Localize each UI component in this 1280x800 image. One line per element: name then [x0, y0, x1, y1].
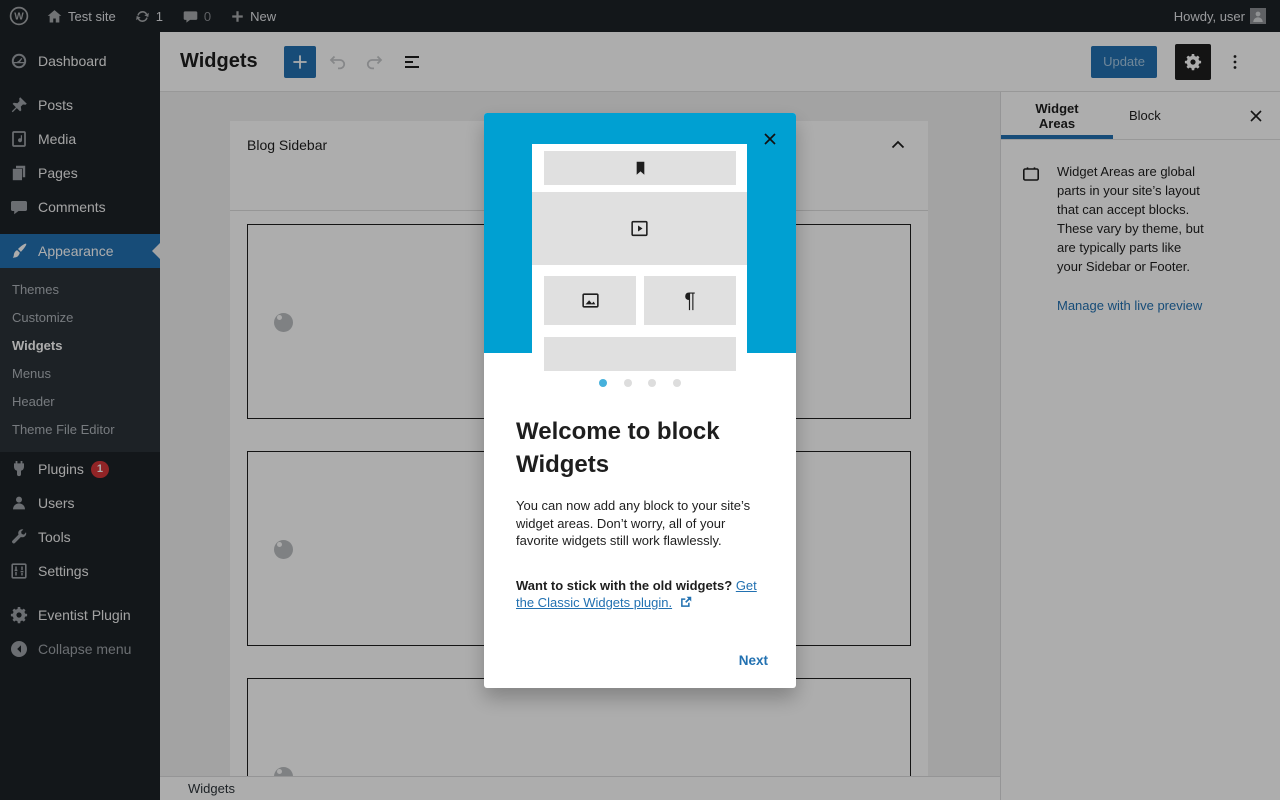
illustration-block-paragraph: ¶ — [644, 276, 736, 325]
image-icon — [580, 290, 601, 311]
external-link-icon — [679, 595, 693, 609]
illustration-block-bookmark — [544, 151, 736, 185]
page-dot-3[interactable] — [648, 379, 656, 387]
paragraph-icon: ¶ — [684, 290, 695, 311]
page-control — [484, 374, 796, 392]
modal-body-text: You can now add any block to your site’s… — [516, 497, 766, 550]
illustration-canvas: ¶ — [532, 144, 747, 353]
modal-secondary-text: Want to stick with the old widgets? Get … — [516, 577, 766, 612]
video-icon — [629, 218, 650, 239]
bookmark-icon — [632, 160, 649, 177]
illustration-block-video — [532, 192, 747, 265]
illustration-block-blank — [544, 337, 736, 371]
page-dot-2[interactable] — [624, 379, 632, 387]
page-dot-4[interactable] — [673, 379, 681, 387]
old-widgets-question: Want to stick with the old widgets? — [516, 578, 732, 593]
modal-illustration-header: ¶ — [484, 113, 796, 353]
page-dot-1[interactable] — [599, 379, 607, 387]
welcome-guide-modal: ¶ Welcome to block Widgets You can now a… — [484, 113, 796, 688]
close-icon — [758, 127, 782, 151]
next-button[interactable]: Next — [739, 653, 768, 668]
close-modal-button[interactable] — [758, 127, 782, 151]
illustration-block-image — [544, 276, 636, 325]
modal-heading: Welcome to block Widgets — [516, 415, 764, 481]
